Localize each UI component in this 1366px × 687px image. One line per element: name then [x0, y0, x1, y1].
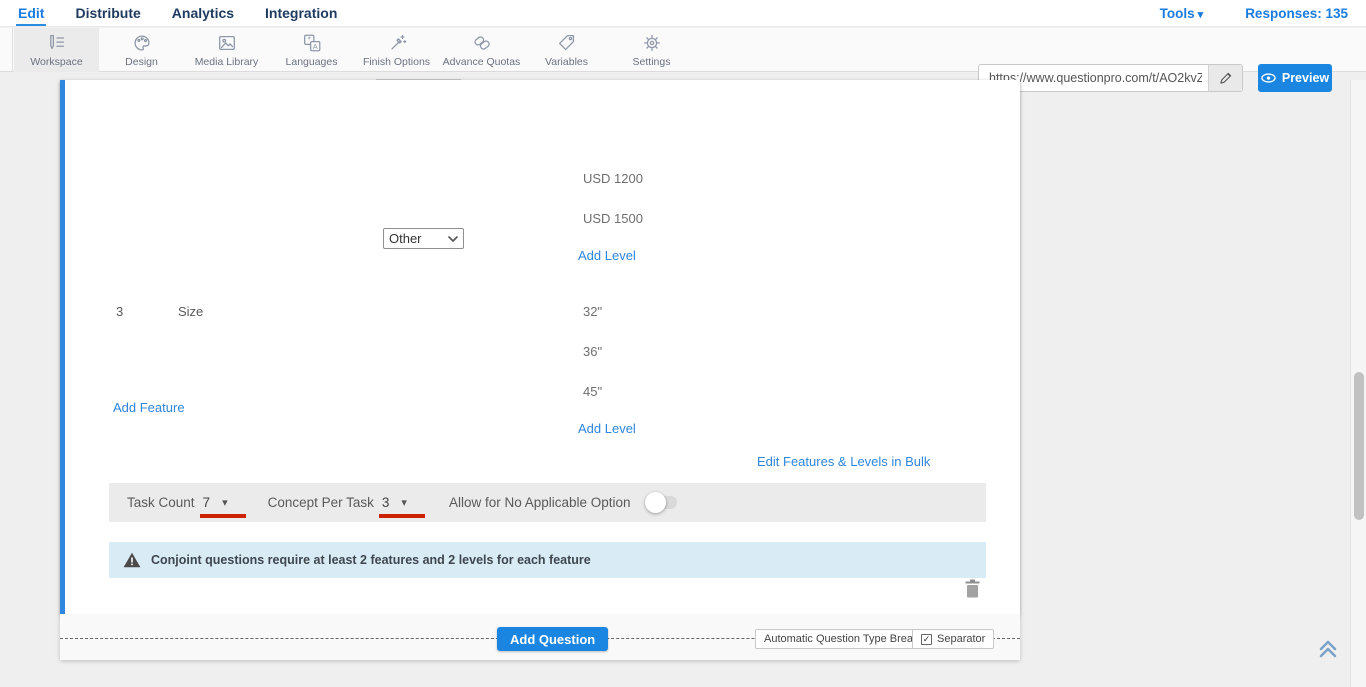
toggle-knob: [645, 492, 666, 513]
eye-icon: [1261, 73, 1276, 83]
edit-url-button[interactable]: [1208, 65, 1242, 91]
image-icon: [216, 32, 238, 54]
toolbar-workspace-button[interactable]: Workspace: [14, 28, 99, 72]
conjoint-warning-box: Conjoint questions require at least 2 fe…: [109, 542, 986, 578]
delete-question-icon[interactable]: [964, 579, 981, 598]
warning-icon: [123, 552, 141, 568]
survey-question-card: USD 1200 USD 1500 Add Level 3 Size Other…: [60, 80, 1020, 660]
no-applicable-toggle[interactable]: [647, 496, 677, 509]
add-feature-link[interactable]: Add Feature: [113, 400, 185, 415]
caret-down-icon: ▾: [401, 496, 407, 509]
toolbar-media-library-button[interactable]: Media Library: [184, 28, 269, 72]
add-level-link[interactable]: Add Level: [578, 248, 636, 263]
wand-icon: [386, 32, 408, 54]
toolbar-label: Variables: [545, 56, 588, 68]
separator-toggle[interactable]: ✓ Separator: [912, 629, 994, 649]
feature-type-selected-value: Other: [389, 231, 448, 246]
tab-integration[interactable]: Integration: [265, 5, 337, 21]
level-value[interactable]: USD 1200: [583, 171, 643, 186]
select-arrow-icon: [448, 236, 458, 242]
toolbar-label: Finish Options: [363, 56, 430, 68]
tab-edit[interactable]: Edit: [18, 5, 44, 21]
preview-button[interactable]: Preview: [1258, 64, 1332, 92]
conjoint-question-editor: USD 1200 USD 1500 Add Level 3 Size Other…: [60, 80, 1020, 614]
tag-icon: [556, 32, 578, 54]
level-value[interactable]: 45": [583, 384, 602, 399]
feature-type-select[interactable]: Other: [383, 228, 464, 249]
top-nav-right: Tools▾ Responses: 135: [1160, 6, 1366, 21]
add-level-link[interactable]: Add Level: [578, 421, 636, 436]
concept-per-task-dropdown[interactable]: 3 ▾: [382, 495, 407, 510]
tools-menu[interactable]: Tools▾: [1160, 6, 1204, 21]
feature-name[interactable]: Size: [178, 304, 203, 319]
tab-analytics[interactable]: Analytics: [172, 5, 234, 21]
toolbar-languages-button[interactable]: * A Languages: [269, 28, 354, 72]
checkbox-checked-icon[interactable]: ✓: [921, 634, 932, 645]
warning-text: Conjoint questions require at least 2 fe…: [151, 553, 591, 567]
toolbar-label: Advance Quotas: [443, 56, 521, 68]
concept-per-task-value: 3: [382, 495, 390, 510]
toolbar-advance-quotas-button[interactable]: Advance Quotas: [439, 28, 524, 72]
task-count-dropdown[interactable]: 7 ▾: [203, 495, 228, 510]
spellcheck-underline: [379, 514, 425, 518]
add-question-strip: Add Question Automatic Question Type Bre…: [60, 614, 1020, 660]
page-scrollbar-track[interactable]: [1350, 80, 1366, 687]
scroll-to-top-button[interactable]: [1314, 635, 1342, 663]
caret-down-icon: ▾: [222, 496, 228, 509]
toolbar-label: Media Library: [195, 56, 259, 68]
gear-icon: [641, 32, 663, 54]
toolbar-label: Design: [125, 56, 158, 68]
task-count-value: 7: [203, 495, 211, 510]
level-value[interactable]: 32": [583, 304, 602, 319]
tab-distribute[interactable]: Distribute: [75, 5, 140, 21]
toolbar-variables-button[interactable]: Variables: [524, 28, 609, 72]
chain-icon: [471, 32, 493, 54]
palette-icon: [131, 32, 153, 54]
bulk-edit-link[interactable]: Edit Features & Levels in Bulk: [757, 454, 930, 469]
toolbar-label: Workspace: [30, 56, 82, 68]
workspace-icon: [46, 32, 68, 54]
level-value[interactable]: 36": [583, 344, 602, 359]
task-count-label: Task Count: [127, 495, 195, 510]
toolbar-label: Languages: [286, 56, 338, 68]
toolbar-settings-button[interactable]: Settings: [609, 28, 694, 72]
translate-icon: * A: [301, 32, 323, 54]
no-applicable-option-label: Allow for No Applicable Option: [449, 495, 631, 510]
toolbar-design-button[interactable]: Design: [99, 28, 184, 72]
toolbar-finish-options-button[interactable]: Finish Options: [354, 28, 439, 72]
top-nav: Edit Distribute Analytics Integration To…: [0, 0, 1366, 27]
spellcheck-underline: [200, 514, 246, 518]
caret-down-icon: ▾: [1198, 9, 1204, 21]
responses-count-link[interactable]: Responses: 135: [1245, 6, 1348, 21]
top-nav-tabs: Edit Distribute Analytics Integration: [0, 5, 337, 21]
toolbar-left-divider: [12, 28, 13, 72]
svg-text:A: A: [312, 42, 317, 51]
concept-per-task-label: Concept Per Task: [268, 495, 374, 510]
page-scrollbar-thumb[interactable]: [1354, 372, 1364, 520]
feature-index: 3: [116, 304, 123, 319]
questionpro-survey-editor: Edit Distribute Analytics Integration To…: [0, 0, 1366, 687]
conjoint-settings-bar: Task Count 7 ▾ Concept Per Task 3 ▾ Allo…: [109, 483, 986, 522]
double-chevron-up-icon: [1314, 635, 1342, 663]
pencil-icon: [1219, 72, 1232, 85]
add-question-button[interactable]: Add Question: [497, 627, 608, 651]
editor-toolbar: Workspace Design Media Library * A La: [0, 28, 1366, 72]
level-value[interactable]: USD 1500: [583, 211, 643, 226]
auto-question-type-break-button[interactable]: Automatic Question Type Break: [755, 629, 928, 649]
toolbar-label: Settings: [633, 56, 671, 68]
